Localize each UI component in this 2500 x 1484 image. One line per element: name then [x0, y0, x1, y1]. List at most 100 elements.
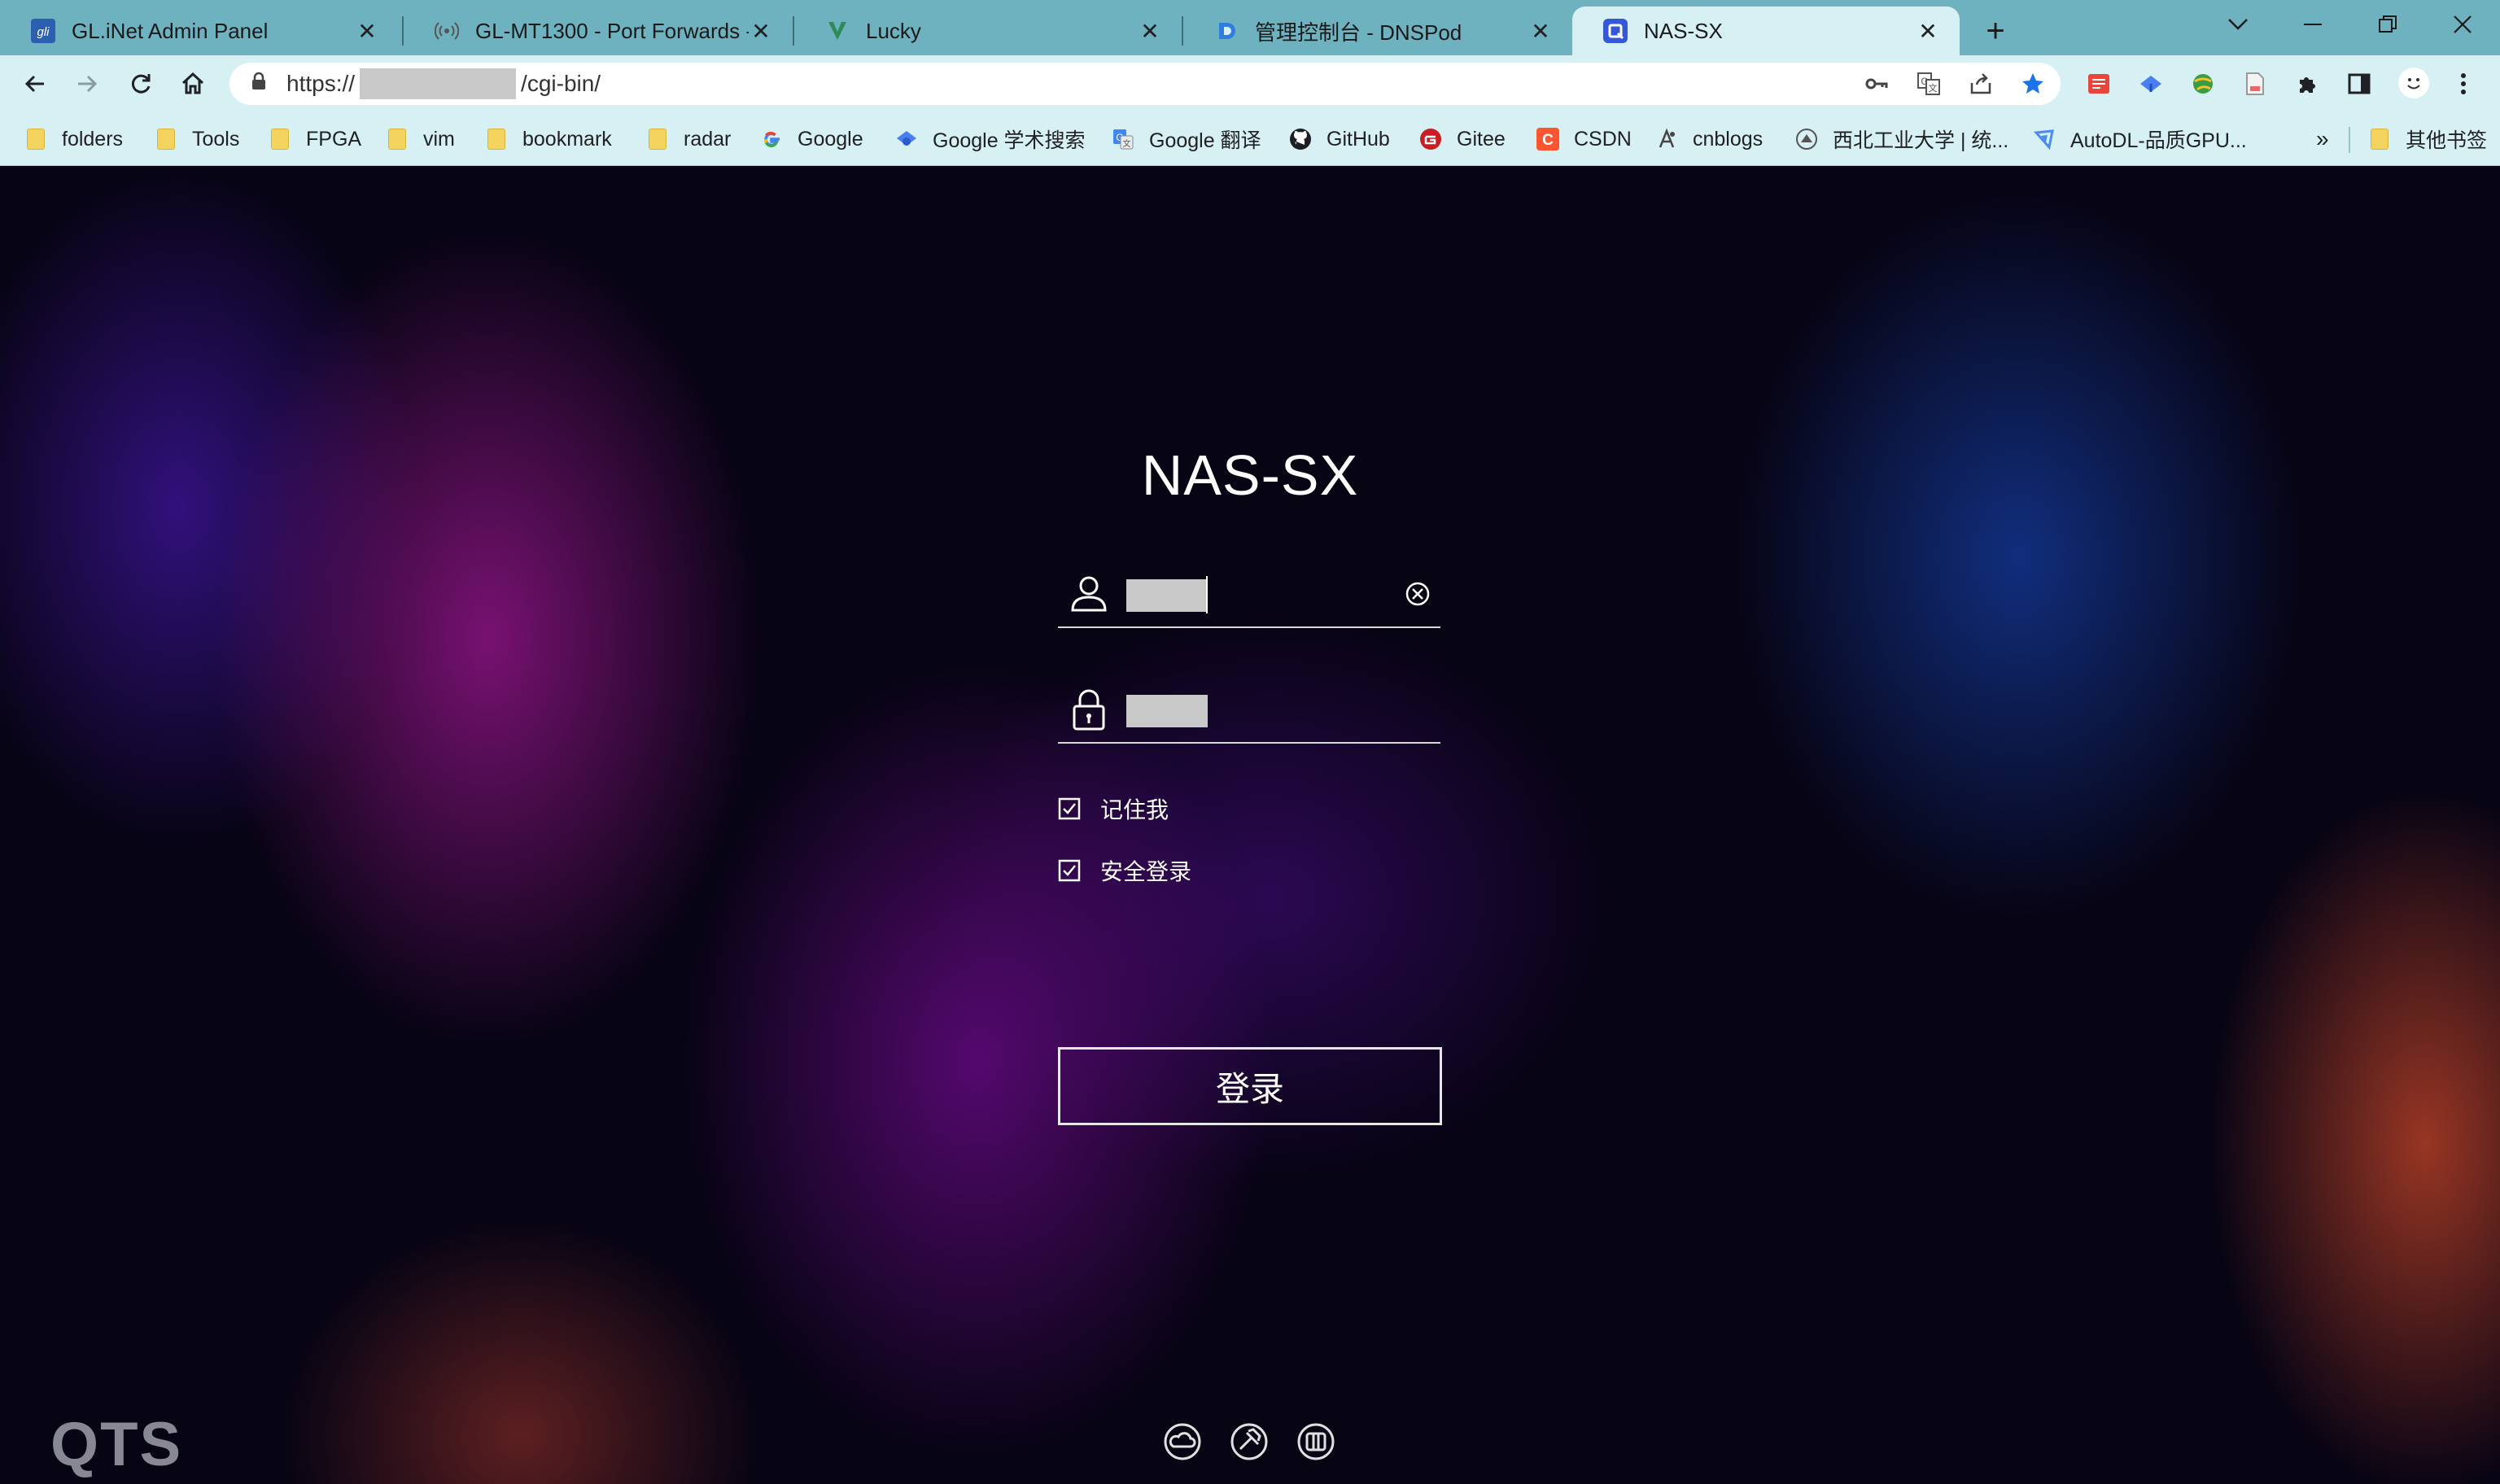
new-tab-button[interactable]: +: [1976, 11, 2015, 50]
share-icon[interactable]: [1966, 69, 1995, 98]
folder-icon: [646, 128, 669, 151]
browser-toolbar: https:// /cgi-bin/ G文: [0, 55, 2500, 112]
folder-icon: [155, 128, 177, 151]
bookmark-fpga[interactable]: FPGA: [269, 124, 361, 155]
url-path: /cgi-bin/: [521, 71, 601, 96]
bookmark-label: 西北工业大学 | 统...: [1833, 129, 2009, 152]
tab-lucky[interactable]: Lucky ✕: [794, 7, 1182, 55]
close-icon[interactable]: ✕: [749, 19, 773, 44]
checkbox-checked-icon[interactable]: [1058, 797, 1081, 820]
close-icon[interactable]: ✕: [1916, 19, 1940, 44]
profile-avatar-icon[interactable]: [2397, 67, 2430, 99]
home-icon[interactable]: [174, 65, 212, 103]
page-title: NAS-SX: [1141, 443, 1359, 507]
folder-icon: [386, 128, 409, 151]
extensions-puzzle-icon[interactable]: [2293, 70, 2321, 98]
nwpu-icon: [1795, 128, 1818, 151]
close-icon[interactable]: ✕: [1138, 19, 1162, 44]
tab-glinet[interactable]: gli GL.iNet Admin Panel ✕: [0, 7, 399, 55]
url-host-redacted: [360, 68, 517, 99]
bookmark-cnblogs[interactable]: cnblogs: [1655, 124, 1763, 155]
bookmark-github[interactable]: GitHub: [1289, 124, 1390, 155]
clear-input-icon[interactable]: [1403, 579, 1432, 609]
restore-icon[interactable]: [2363, 5, 2412, 44]
key-icon[interactable]: [1862, 69, 1891, 98]
scholar-icon: [895, 128, 918, 151]
bookmark-label: vim: [423, 127, 455, 151]
lucky-icon: [825, 19, 850, 43]
extension-globe-icon[interactable]: [2189, 70, 2217, 98]
tab-port-forwards[interactable]: GL-MT1300 - Port Forwards - L ✕: [404, 7, 793, 55]
close-icon[interactable]: ✕: [355, 19, 379, 44]
bookmark-gitee[interactable]: Gitee: [1419, 124, 1506, 155]
username-input[interactable]: [1125, 576, 1369, 613]
url-prefix: https://: [286, 71, 356, 96]
svg-text:文: 文: [1929, 82, 1938, 94]
bookmark-label: cnblogs: [1693, 127, 1764, 151]
svg-text:gli: gli: [37, 25, 50, 39]
tab-title: 管理控制台 - DNSPod: [1255, 20, 1462, 45]
tools-icon[interactable]: [1229, 1421, 1270, 1462]
close-icon[interactable]: ✕: [1528, 19, 1553, 44]
checkbox-checked-icon[interactable]: [1058, 859, 1081, 882]
google-icon: [760, 128, 783, 151]
extension-scholar-icon[interactable]: [2137, 70, 2165, 98]
tab-title: Lucky: [866, 18, 921, 43]
bookmark-autodl[interactable]: AutoDL-品质GPU...: [2033, 124, 2247, 155]
remember-me-checkbox[interactable]: 记住我: [1058, 792, 1169, 825]
address-bar[interactable]: https:// /cgi-bin/ G文: [229, 63, 2061, 105]
password-input[interactable]: [1125, 692, 1369, 729]
extension-red-icon[interactable]: [2085, 70, 2113, 98]
close-window-icon[interactable]: [2438, 5, 2487, 44]
tab-title: GL-MT1300 - Port Forwards - L: [475, 18, 749, 43]
qnap-apps-icon[interactable]: [1296, 1421, 1336, 1462]
bookmark-label: Gitee: [1457, 127, 1506, 151]
bookmark-radar[interactable]: radar: [646, 124, 731, 155]
username-field: [1058, 560, 1440, 628]
bookmark-label: radar: [684, 127, 732, 151]
bookmarks-overflow-button[interactable]: »: [2316, 124, 2329, 155]
bookmark-folders[interactable]: folders: [24, 124, 123, 155]
cloud-icon[interactable]: [1162, 1421, 1203, 1462]
translate-page-icon[interactable]: G文: [1914, 69, 1943, 98]
bookmark-label: folders: [62, 127, 124, 151]
bookmark-google-scholar[interactable]: Google 学术搜索: [895, 124, 1086, 155]
lock-icon[interactable]: [251, 71, 267, 97]
bookmark-label: Tools: [192, 127, 240, 151]
bookmark-nwpu[interactable]: 西北工业大学 | 统...: [1795, 124, 2008, 155]
svg-text:C: C: [1542, 132, 1554, 149]
extension-document-icon[interactable]: [2241, 70, 2269, 98]
forward-icon[interactable]: [68, 65, 106, 103]
login-page: NAS-SX 记住我 安全登录 登录 QTS: [0, 166, 2500, 1484]
login-button[interactable]: 登录: [1058, 1047, 1442, 1125]
folder-icon: [2368, 128, 2391, 151]
bookmark-label: AutoDL-品质GPU...: [2070, 129, 2247, 152]
side-panel-icon[interactable]: [2345, 70, 2373, 98]
tab-title: NAS-SX: [1644, 18, 1723, 43]
bookmarks-bar: folders Tools FPGA vim bookmark radar Go…: [0, 112, 2500, 166]
minimize-icon[interactable]: [2288, 5, 2337, 44]
bookmark-vim[interactable]: vim: [386, 124, 455, 155]
tab-search-chevron-icon[interactable]: [2214, 5, 2262, 44]
folder-icon: [24, 128, 47, 151]
bookmark-label: bookmark: [522, 127, 612, 151]
bookmark-google[interactable]: Google: [760, 124, 863, 155]
back-icon[interactable]: [16, 65, 54, 103]
bookmark-tools[interactable]: Tools: [155, 124, 239, 155]
bookmark-other[interactable]: 其他书签: [2368, 124, 2487, 155]
autodl-icon: [2033, 128, 2056, 151]
cnblogs-icon: [1655, 128, 1678, 151]
github-icon: [1289, 128, 1312, 151]
bookmark-star-icon[interactable]: [2018, 69, 2048, 98]
tab-nas-sx[interactable]: NAS-SX ✕: [1572, 7, 1960, 55]
reload-icon[interactable]: [122, 65, 160, 103]
bookmark-label: GitHub: [1326, 127, 1390, 151]
folder-icon: [269, 128, 291, 151]
menu-kebab-icon[interactable]: [2450, 70, 2477, 98]
tab-dnspod[interactable]: 管理控制台 - DNSPod ✕: [1183, 7, 1572, 55]
csdn-icon: C: [1536, 128, 1559, 151]
secure-login-checkbox[interactable]: 安全登录: [1058, 854, 1191, 887]
bookmark-google-translate[interactable]: G 文 Google 翻译: [1112, 124, 1261, 155]
bookmark-csdn[interactable]: C CSDN: [1536, 124, 1632, 155]
bookmark-bookmark[interactable]: bookmark: [485, 124, 612, 155]
